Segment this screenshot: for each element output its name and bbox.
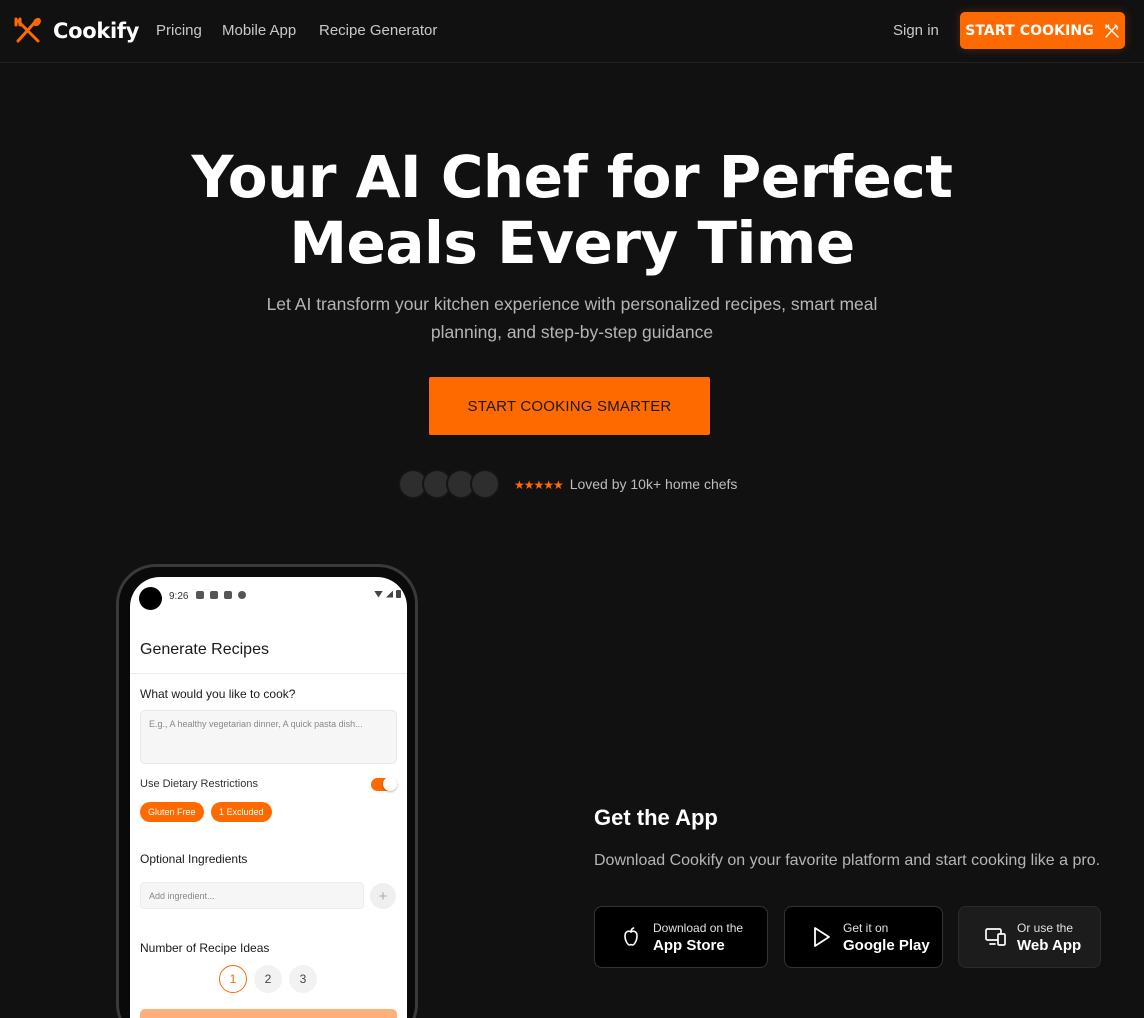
logo[interactable]: Cookify bbox=[12, 13, 139, 49]
signal-icon bbox=[386, 590, 393, 598]
cook-textarea[interactable]: E.g., A healthy vegetarian dinner, A qui… bbox=[140, 710, 397, 764]
idea-option-1[interactable]: 1 bbox=[219, 965, 247, 993]
divider bbox=[130, 673, 407, 674]
phone-mockup: 9:26 Generate Recipes What would you lik… bbox=[116, 564, 418, 1018]
battery-icon bbox=[396, 590, 401, 598]
brand-name: Cookify bbox=[53, 19, 140, 43]
star-rating-icon: ★★★★★ bbox=[514, 478, 564, 492]
play-icon bbox=[814, 927, 830, 947]
nav-link-mobile-app[interactable]: Mobile App bbox=[222, 22, 296, 39]
ingredient-input[interactable]: Add ingredient... bbox=[140, 882, 364, 909]
get-app-subtitle: Download Cookify on your favorite platfo… bbox=[594, 852, 1101, 869]
web-app-label: Web App bbox=[1017, 937, 1082, 954]
dietary-toggle[interactable] bbox=[371, 777, 397, 791]
hero-title: Your AI Chef for Perfect Meals Every Tim… bbox=[191, 143, 953, 277]
generate-button[interactable] bbox=[140, 1009, 397, 1018]
web-app-small-text: Or use the bbox=[1017, 921, 1074, 935]
nav-link-recipe-generator[interactable]: Recipe Generator bbox=[319, 22, 437, 39]
app-store-small-text: Download on the bbox=[653, 921, 744, 935]
avatar-group bbox=[398, 469, 500, 499]
start-cooking-label: START COOKING bbox=[965, 22, 1094, 39]
top-nav: Cookify Pricing Mobile App Recipe Genera… bbox=[0, 0, 1144, 63]
status-time: 9:26 bbox=[169, 591, 189, 602]
idea-option-3[interactable]: 3 bbox=[289, 965, 317, 993]
add-ingredient-button[interactable]: + bbox=[370, 883, 396, 909]
rating-text: ★★★★★ Loved by 10k+ home chefs bbox=[514, 476, 737, 492]
avatar bbox=[470, 469, 500, 499]
dietary-label: Use Dietary Restrictions bbox=[140, 778, 258, 790]
google-play-small-text: Get it on bbox=[843, 921, 889, 935]
chip-gluten-free[interactable]: Gluten Free bbox=[140, 802, 204, 822]
shield-icon bbox=[210, 591, 218, 599]
settings-icon bbox=[196, 591, 204, 599]
apple-icon bbox=[624, 927, 638, 946]
phone-screen: 9:26 Generate Recipes What would you lik… bbox=[130, 577, 407, 1018]
start-cooking-smarter-button[interactable]: START COOKING SMARTER bbox=[429, 377, 710, 435]
sim-icon bbox=[224, 591, 232, 599]
google-play-label: Google Play bbox=[843, 937, 930, 954]
hero-subtitle: Let AI transform your kitchen experience… bbox=[266, 294, 878, 342]
nav-link-pricing[interactable]: Pricing bbox=[156, 22, 202, 39]
vpn-icon bbox=[238, 591, 246, 599]
generate-recipes-title: Generate Recipes bbox=[140, 641, 269, 658]
utensils-logo-icon bbox=[14, 17, 41, 43]
ideas-label: Number of Recipe Ideas bbox=[140, 941, 270, 955]
proof-label: Loved by 10k+ home chefs bbox=[569, 476, 738, 492]
devices-icon bbox=[985, 928, 1006, 946]
app-store-button[interactable]: Download on the App Store bbox=[594, 906, 768, 968]
ingredients-label: Optional Ingredients bbox=[140, 852, 248, 866]
status-icons bbox=[196, 591, 246, 599]
wifi-icon bbox=[374, 590, 383, 598]
idea-option-2[interactable]: 2 bbox=[254, 965, 282, 993]
utensils-icon bbox=[1105, 23, 1119, 38]
camera-cutout bbox=[139, 587, 162, 610]
cook-label: What would you like to cook? bbox=[140, 687, 296, 701]
web-app-button[interactable]: Or use the Web App bbox=[958, 906, 1101, 968]
google-play-button[interactable]: Get it on Google Play bbox=[784, 906, 943, 968]
social-proof: ★★★★★ Loved by 10k+ home chefs bbox=[398, 468, 737, 500]
status-right bbox=[374, 590, 401, 598]
start-cooking-button[interactable]: START COOKING bbox=[960, 12, 1125, 49]
get-app-title: Get the App bbox=[594, 805, 718, 830]
chip-excluded[interactable]: 1 Excluded bbox=[211, 802, 272, 822]
sign-in-link[interactable]: Sign in bbox=[893, 22, 939, 39]
app-store-label: App Store bbox=[653, 937, 725, 954]
